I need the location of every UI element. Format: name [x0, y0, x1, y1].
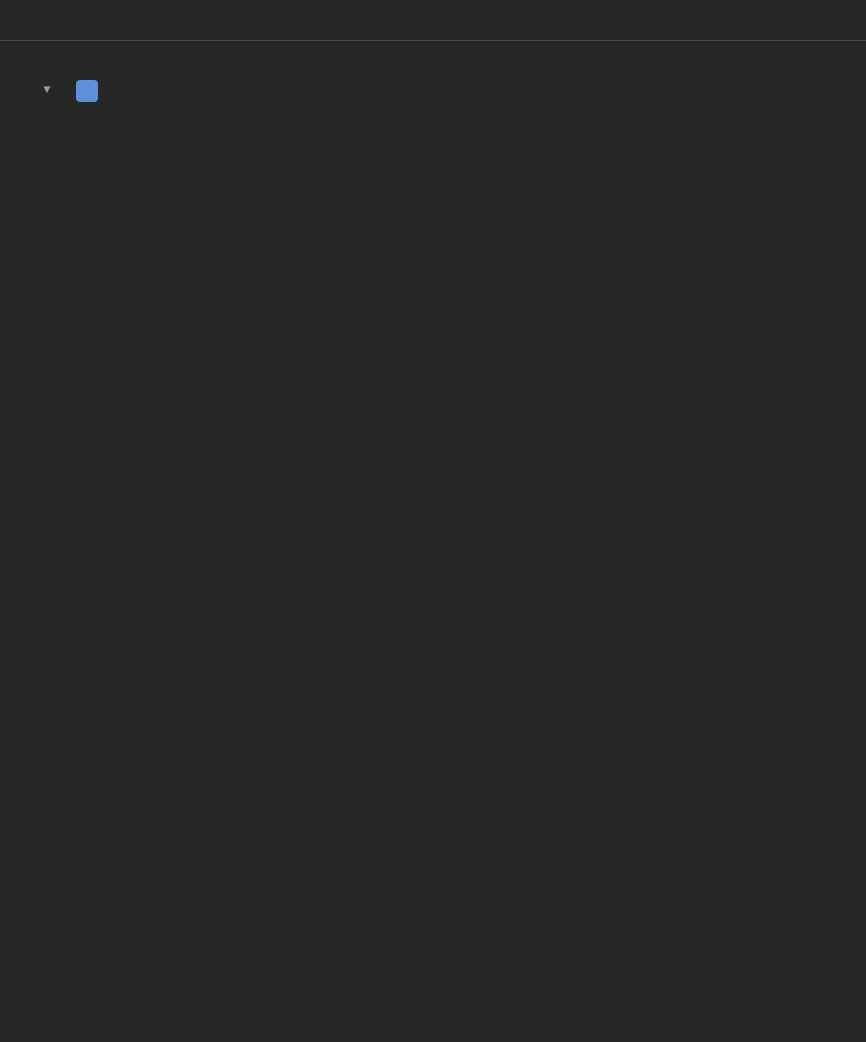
- tree-root-row[interactable]: [40, 73, 826, 108]
- console-output: [0, 41, 866, 118]
- info-icon[interactable]: [76, 80, 98, 102]
- console-expression-header: [0, 0, 866, 41]
- expand-toggle-icon[interactable]: [40, 73, 54, 108]
